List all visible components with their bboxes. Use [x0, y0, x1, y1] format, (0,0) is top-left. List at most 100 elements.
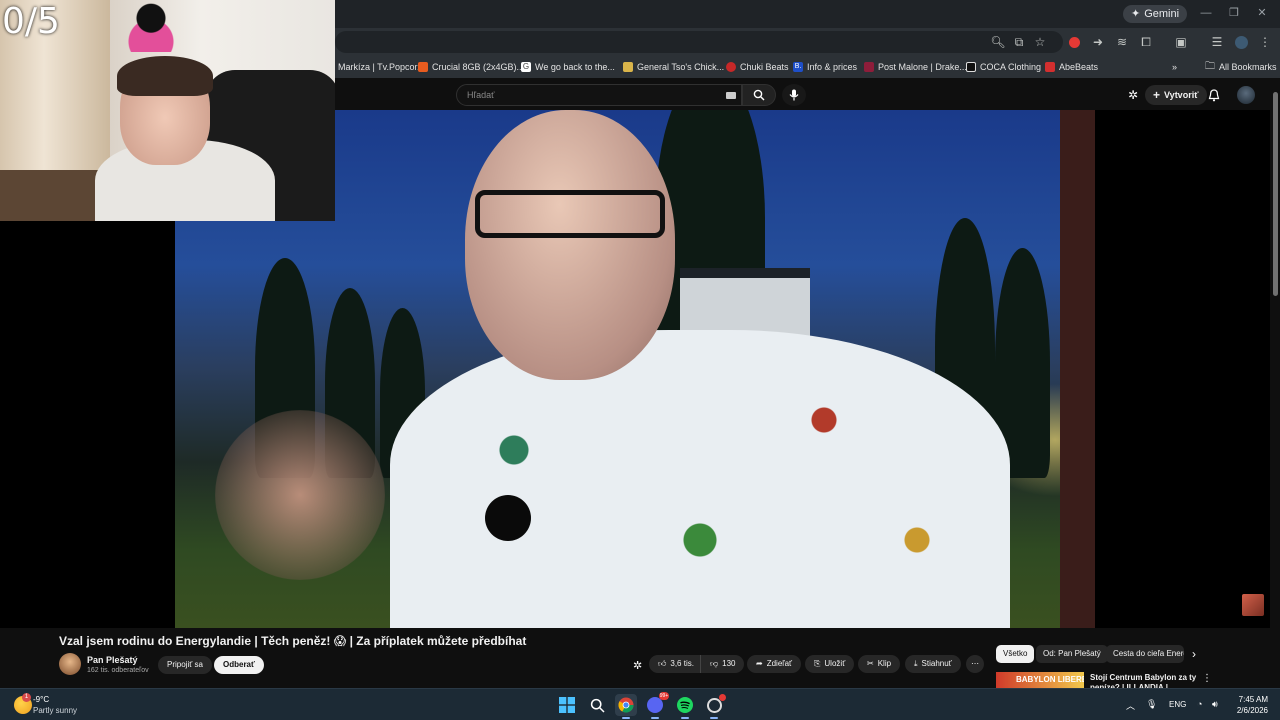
share-arrow-icon: ➦	[756, 659, 763, 668]
start-button[interactable]	[556, 694, 578, 716]
webcam-person	[95, 56, 275, 221]
more-dots-icon: ⋯	[971, 659, 979, 668]
bookmark-item[interactable]: AbeBeats	[1045, 59, 1098, 75]
bookmark-item[interactable]: B. Info & prices	[793, 59, 857, 75]
channel-subscribers: 162 tis. odberateľov	[87, 667, 149, 674]
bookmark-item[interactable]: G We go back to the...	[521, 59, 615, 75]
save-button[interactable]: ⎘ Uložiť	[805, 655, 855, 673]
keyboard-icon[interactable]	[726, 92, 736, 99]
account-avatar[interactable]	[1237, 86, 1255, 104]
subscribe-button[interactable]: Odberať	[214, 656, 264, 674]
gear-icon[interactable]: ✲	[633, 659, 642, 672]
glasses	[475, 190, 665, 238]
webcam-overlay: 0/5	[0, 0, 335, 221]
google-icon: G	[521, 62, 531, 72]
folder-icon: 🗀	[1205, 60, 1215, 72]
video-info: Vzal jsem rodinu do Energylandie | Těch …	[0, 628, 1280, 688]
bookmark-favicon	[864, 62, 874, 72]
chrome-taskbar-app[interactable]	[615, 694, 637, 719]
webcam-plush-toy	[118, 0, 184, 52]
minimize-button[interactable]: —	[1195, 4, 1217, 22]
more-actions-button[interactable]: ⋯	[966, 655, 984, 673]
recommended-thumbnail[interactable]: BABYLON LIBEREC	[996, 672, 1084, 688]
bookmark-item[interactable]: Chuki Beats	[726, 59, 789, 75]
more-vert-icon[interactable]: ⋮	[1202, 673, 1212, 684]
circular-app-icon	[706, 693, 726, 713]
chrome-icon	[618, 697, 634, 713]
clip-button[interactable]: ✂ Klip	[858, 655, 901, 673]
bookmark-item[interactable]: COCA Clothing	[966, 59, 1041, 75]
dislike-button[interactable]: 👎︎ 130	[700, 655, 745, 673]
menu-kebab-icon[interactable]: ⋮	[1257, 34, 1273, 50]
bookmark-item[interactable]: Crucial 8GB (2x4GB)...	[418, 59, 524, 75]
app-taskbar-item[interactable]	[703, 693, 726, 719]
mini-thumbnail[interactable]	[1242, 594, 1264, 616]
language-indicator[interactable]: ENG	[1169, 700, 1186, 709]
address-bar[interactable]	[335, 31, 1063, 53]
dislike-count: 130	[722, 659, 736, 668]
bell-icon[interactable]	[1206, 87, 1222, 103]
gear-icon[interactable]: ✲	[1125, 87, 1141, 103]
wifi-icon[interactable]: ◔	[1197, 699, 1202, 709]
bookmark-item[interactable]: Post Malone | Drake...	[864, 59, 967, 75]
side-panel-icon[interactable]: ▣	[1173, 34, 1189, 50]
clock[interactable]: 7:45 AM 2/6/2026	[1234, 694, 1268, 716]
scissors-icon: ✂	[867, 659, 874, 668]
windows-logo-icon	[559, 697, 575, 713]
hand	[215, 410, 385, 580]
bookmarks-overflow-chevron-icon[interactable]: »	[1172, 59, 1177, 75]
clock-date: 2/6/2026	[1236, 706, 1268, 715]
join-button[interactable]: Pripojiť sa	[158, 656, 212, 674]
create-button[interactable]: + Vytvoriť	[1145, 85, 1207, 105]
bookmark-favicon	[623, 62, 633, 72]
all-bookmarks[interactable]: 🗀 All Bookmarks	[1205, 59, 1277, 75]
webcam-person-hair	[117, 56, 213, 96]
sparkle-icon: ✦	[1131, 8, 1141, 20]
discord-taskbar-app[interactable]: 99+	[644, 692, 669, 719]
extensions-puzzle-icon[interactable]: ⧠	[1138, 34, 1154, 50]
microphone-icon[interactable]: 🎙︎	[1146, 699, 1157, 710]
bookmark-favicon	[726, 62, 736, 72]
scrollbar-thumb[interactable]	[1273, 92, 1278, 296]
chip-related[interactable]: Cesta do cieľa Energ	[1106, 645, 1184, 663]
like-button[interactable]: 👍︎ 3,6 tis.	[649, 655, 702, 673]
chip-from-channel[interactable]: Od: Pan Plešatý	[1036, 645, 1108, 663]
close-window-button[interactable]: ✕	[1251, 4, 1273, 22]
notifications-icon	[1208, 88, 1220, 101]
extension-wave-icon[interactable]: ≋	[1114, 34, 1130, 50]
plus-icon: +	[1153, 88, 1161, 102]
extension-red-icon[interactable]	[1066, 34, 1082, 50]
restore-button[interactable]: ❐	[1223, 4, 1245, 22]
download-icon: ⤓	[914, 659, 918, 668]
discord-icon: 99+	[647, 692, 669, 713]
recommended-title[interactable]: Stojí Centrum Babylon za ty peníze? | IL…	[1090, 673, 1200, 688]
search-taskbar-button[interactable]	[586, 694, 608, 716]
bookmark-item[interactable]: Markíza | Tv.Popcor...	[338, 59, 425, 75]
thumbs-down-icon: 👎︎	[710, 659, 719, 668]
chevron-right-icon[interactable]: ›	[1192, 647, 1204, 661]
bookmark-star-icon[interactable]: ☆	[1032, 34, 1048, 50]
gemini-button[interactable]: ✦ Gemini	[1123, 5, 1188, 23]
reading-list-icon[interactable]: ☰	[1209, 34, 1225, 50]
install-app-icon[interactable]: ⧉	[1011, 34, 1027, 50]
extension-arrow-icon[interactable]: ➜	[1090, 34, 1106, 50]
search-button[interactable]	[742, 84, 776, 106]
lavalier-microphone	[485, 495, 531, 541]
spotify-taskbar-app[interactable]	[674, 694, 696, 719]
search-icon	[753, 89, 765, 101]
zoom-icon[interactable]: 🔍︎	[990, 34, 1006, 50]
weather-condition: Partly sunny	[33, 706, 78, 715]
chip-all[interactable]: Všetko	[996, 645, 1035, 663]
channel-avatar[interactable]	[59, 653, 81, 675]
bookmark-item[interactable]: General Tso's Chick...	[623, 59, 724, 75]
gemini-label: Gemini	[1144, 8, 1180, 20]
download-button[interactable]: ⤓ Stiahnuť	[905, 655, 961, 673]
page-scrollbar[interactable]	[1271, 80, 1280, 688]
chevron-up-icon[interactable]: ︿	[1126, 699, 1135, 712]
channel-name[interactable]: Pan Plešatý	[87, 655, 138, 665]
search-input[interactable]: Hľadať	[456, 84, 742, 106]
profile-avatar-icon[interactable]	[1233, 34, 1249, 50]
share-button[interactable]: ➦ Zdieľať	[747, 655, 802, 673]
voice-search-button[interactable]	[782, 84, 806, 106]
volume-icon[interactable]: 🔊︎	[1212, 699, 1218, 710]
